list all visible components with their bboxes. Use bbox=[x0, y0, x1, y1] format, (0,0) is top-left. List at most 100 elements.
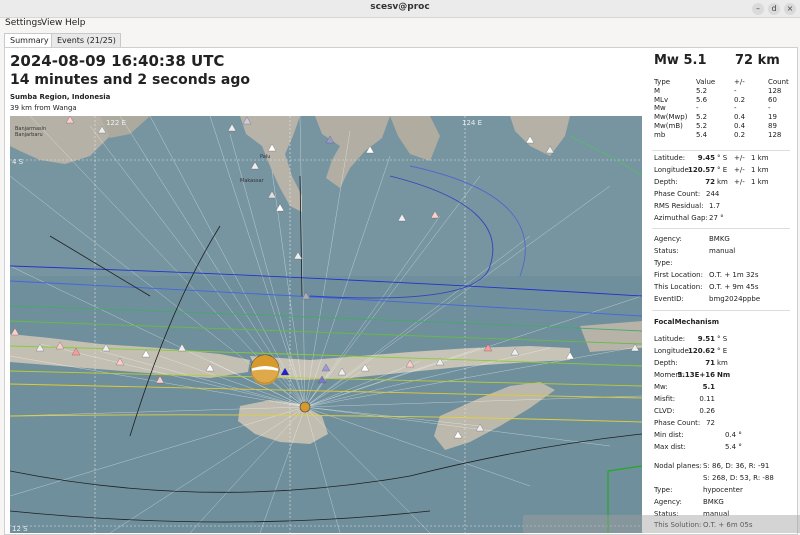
fm-clvd-value: 0.26 bbox=[699, 407, 715, 415]
info-eventid-value[interactable]: bmg2024ppbe bbox=[709, 295, 760, 303]
mag-cell: 5.4 bbox=[696, 130, 708, 139]
map-land-east bbox=[580, 321, 642, 352]
mag-header-count: Count bbox=[768, 78, 789, 86]
depth-value: 72 km bbox=[735, 53, 780, 68]
mag-cell: 128 bbox=[768, 87, 782, 95]
origin-rms-label: RMS Residual: bbox=[654, 202, 704, 210]
map-label-12s: 12 S bbox=[12, 525, 28, 533]
origin-depth-label: Depth: bbox=[654, 178, 678, 186]
fm-agency-value: BMKG bbox=[703, 498, 724, 506]
info-type-label: Type: bbox=[654, 259, 673, 267]
origin-depth-unit: km bbox=[717, 178, 728, 186]
menu-settings[interactable]: Settings bbox=[5, 18, 42, 28]
origin-phase-label: Phase Count: bbox=[654, 190, 701, 198]
fm-maxdist-label: Max dist: bbox=[654, 443, 686, 451]
mag-cell: 89 bbox=[768, 121, 777, 130]
origin-gap-label: Azimuthal Gap: bbox=[654, 214, 708, 222]
fm-moment-value: 5.13E+16 bbox=[677, 371, 715, 379]
event-distance: 39 km from Wanga bbox=[10, 104, 77, 112]
fm-misfit-label: Misfit: bbox=[654, 395, 676, 403]
tab-events[interactable]: Events (21/25) bbox=[51, 33, 121, 48]
info-first-value: O.T. + 1m 32s bbox=[709, 271, 759, 279]
mag-cell: 5.2 bbox=[696, 113, 708, 122]
fm-lon-unit: ° E bbox=[717, 347, 728, 355]
mag-cell: 0.4 bbox=[734, 121, 746, 130]
fm-mw-value: 5.1 bbox=[702, 383, 715, 391]
focal-mechanism-section: FocalMechanism Latitude: 9.51 ° S Longit… bbox=[654, 318, 794, 533]
mag-cell: Mw(Mwp) bbox=[654, 113, 688, 122]
info-first-label: First Location: bbox=[654, 271, 703, 279]
fm-mw-label: Mw: bbox=[654, 383, 668, 391]
fm-nodal-plane-1: S: 86, D: 36, R: -91 bbox=[703, 462, 770, 470]
menu-view[interactable]: View bbox=[41, 18, 62, 28]
mag-cell: Mw bbox=[654, 104, 666, 113]
tooltip-overlay bbox=[523, 515, 800, 533]
event-time: 2024-08-09 16:40:38 UTC bbox=[10, 52, 225, 70]
info-this-label: This Location: bbox=[654, 283, 703, 291]
mag-cell: 5.2 bbox=[696, 121, 708, 130]
mag-cell: 0.2 bbox=[734, 95, 746, 104]
mag-cell: 5.6 bbox=[696, 95, 708, 104]
mag-header-value: Value bbox=[696, 78, 716, 86]
fm-maxdist-value: 5.4 ° bbox=[725, 443, 742, 451]
info-this-value: O.T. + 9m 45s bbox=[709, 283, 759, 291]
fm-depth-label: Depth: bbox=[654, 359, 678, 367]
event-map[interactable]: 122 E 124 E 4 S 12 S Banjarmasin Banjarb… bbox=[10, 116, 642, 533]
map-label-124e: 124 E bbox=[462, 119, 482, 127]
map-place-banjarbaru: Banjarbaru bbox=[15, 132, 43, 138]
fm-phase-label: Phase Count: bbox=[654, 419, 701, 427]
origin-gap-value: 27 ° bbox=[709, 214, 724, 222]
origin-lat-label: Latitude: bbox=[654, 154, 686, 162]
fm-depth-unit: km bbox=[717, 359, 728, 367]
mag-cell: mb bbox=[654, 130, 666, 139]
focal-mechanism-beachball[interactable] bbox=[250, 354, 280, 385]
mag-header-pm: +/- bbox=[734, 78, 745, 86]
separator bbox=[652, 310, 790, 311]
mag-cell: - bbox=[734, 104, 737, 113]
fm-depth-value: 71 bbox=[705, 359, 715, 367]
map-label-122e: 122 E bbox=[106, 119, 126, 127]
origin-depth-pm: +/- bbox=[734, 178, 745, 186]
origin-depth-err: 1 km bbox=[751, 178, 769, 186]
origin-lon-pm: +/- bbox=[734, 166, 745, 174]
fm-type-value: hypocenter bbox=[703, 486, 743, 494]
fm-lat-value: 9.51 bbox=[697, 335, 715, 343]
window-titlebar: scesv@proc – d × bbox=[0, 0, 800, 18]
origin-depth-value: 72 bbox=[705, 178, 715, 186]
magnitude-value: Mw 5.1 bbox=[654, 53, 707, 68]
fm-misfit-value: 0.11 bbox=[699, 395, 715, 403]
minimize-button[interactable]: – bbox=[752, 3, 764, 15]
origin-rms-value: 1.7 bbox=[709, 202, 721, 210]
fm-title: FocalMechanism bbox=[654, 318, 719, 326]
fm-lon-value: 120.62 bbox=[687, 347, 715, 355]
event-age: 14 minutes and 2 seconds ago bbox=[10, 72, 251, 88]
window-title: scesv@proc bbox=[370, 2, 430, 12]
map-place-palu: Palu bbox=[260, 154, 270, 160]
maximize-button[interactable]: d bbox=[768, 3, 780, 15]
origin-lat-err: 1 km bbox=[751, 154, 769, 162]
event-region: Sumba Region, Indonesia bbox=[10, 93, 111, 101]
fm-nodal-label: Nodal planes: bbox=[654, 462, 702, 470]
fm-lat-unit: ° S bbox=[717, 335, 728, 343]
fm-mindist-value: 0.4 ° bbox=[725, 431, 742, 439]
fm-nodal-plane-2: S: 268, D: 53, R: -88 bbox=[703, 474, 774, 482]
origin-lon-unit: ° E bbox=[717, 166, 728, 174]
menu-help[interactable]: Help bbox=[65, 18, 86, 28]
mag-cell: Mw(mB) bbox=[654, 121, 683, 130]
close-button[interactable]: × bbox=[784, 3, 796, 15]
mag-cell: - bbox=[768, 104, 771, 113]
origin-lat-pm: +/- bbox=[734, 154, 745, 162]
mag-cell: 128 bbox=[768, 130, 782, 139]
menu-bar: Settings View Help bbox=[0, 17, 800, 31]
origin-lat-unit: ° S bbox=[717, 154, 728, 162]
fm-lat-label: Latitude: bbox=[654, 335, 686, 343]
info-status-label: Status: bbox=[654, 247, 679, 255]
fm-type-label: Type: bbox=[654, 486, 673, 494]
mag-cell: MLv bbox=[654, 95, 669, 104]
origin-lon-value: 120.57 bbox=[687, 166, 715, 174]
epicenter-marker[interactable] bbox=[299, 401, 311, 413]
separator bbox=[652, 228, 790, 229]
mag-cell: 19 bbox=[768, 113, 777, 122]
fm-moment-unit: Nm bbox=[717, 371, 731, 379]
info-eventid-label: EventID: bbox=[654, 295, 684, 303]
